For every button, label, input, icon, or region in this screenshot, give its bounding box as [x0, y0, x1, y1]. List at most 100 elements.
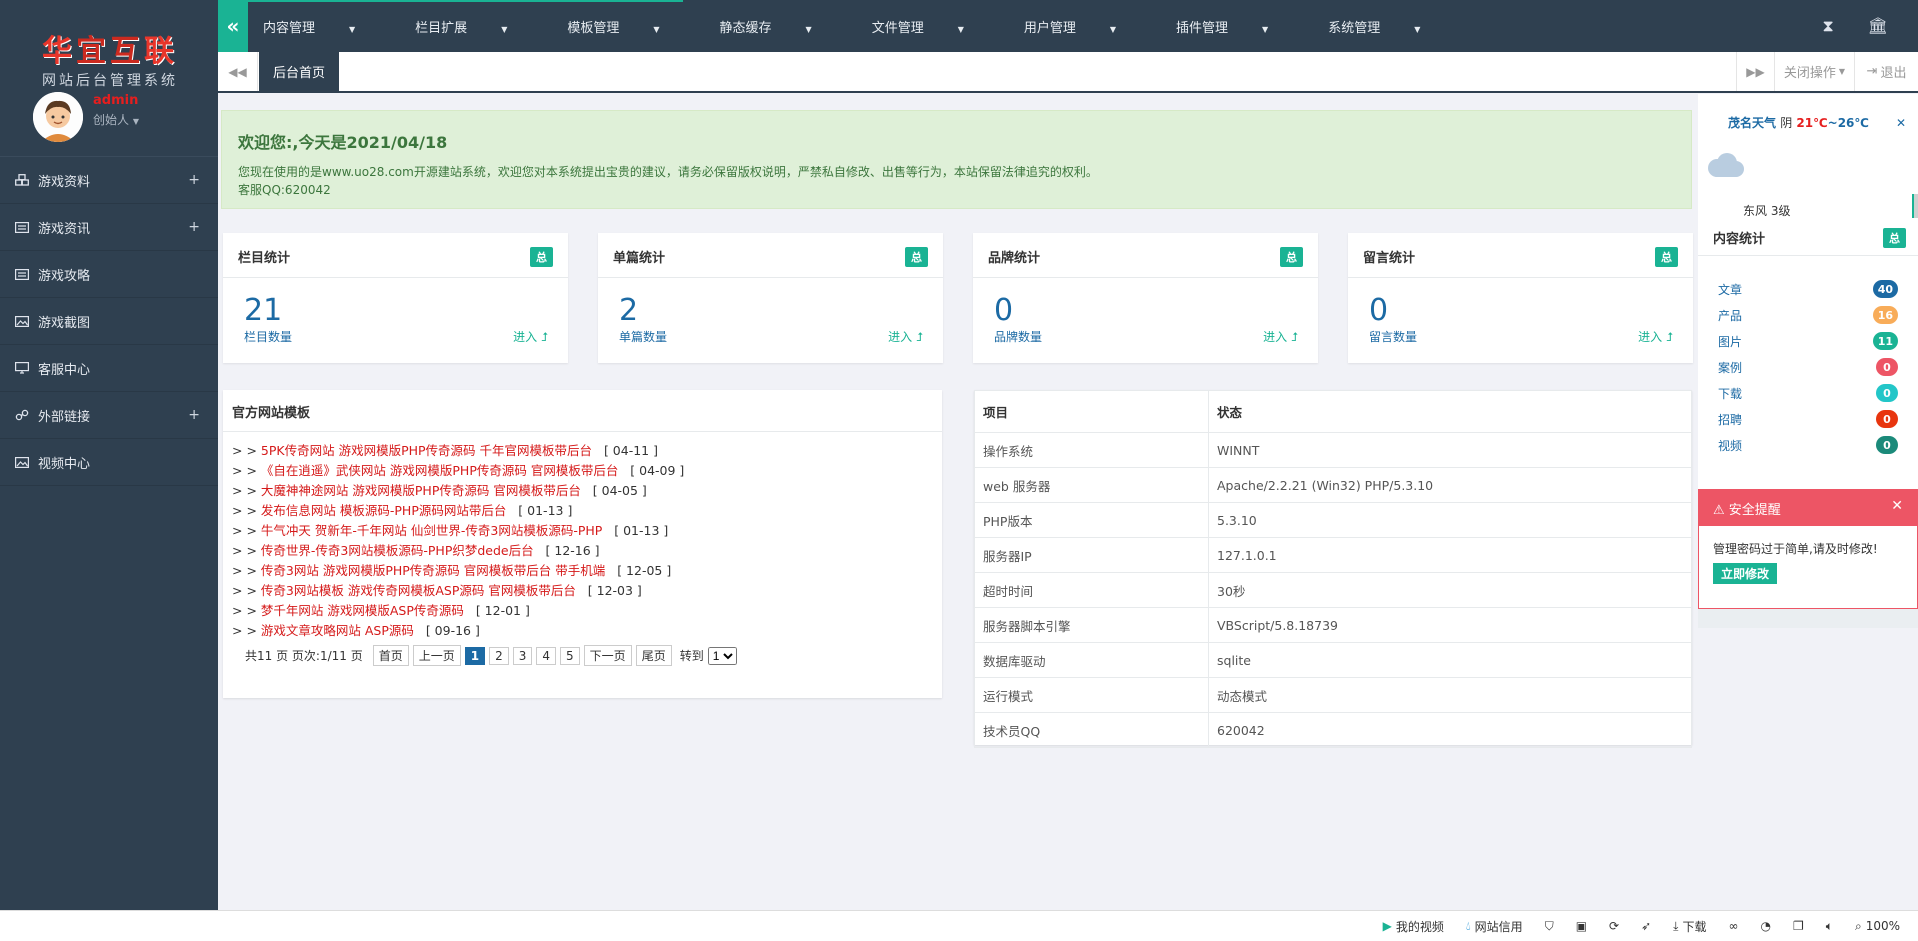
total-badge: 总 — [905, 247, 928, 267]
window-icon[interactable]: ❐ — [1793, 919, 1804, 933]
tabs-bar: ◀◀ 后台首页 ▶▶ 关闭操作 ▼ ⇥ 退出 — [218, 52, 1918, 93]
bank-icon[interactable]: 🏛︎ — [1868, 16, 1888, 36]
hourglass-icon[interactable]: ⧗ — [1822, 16, 1833, 36]
list-item[interactable]: 文章 40 — [1718, 276, 1898, 302]
zoom-control[interactable]: ⌕ 100% — [1855, 919, 1900, 934]
pager-page-4[interactable]: 4 — [536, 646, 557, 665]
row-key: web 服务器 — [974, 467, 1209, 503]
topnav-item-static-cache[interactable]: 静态缓存 ▼ — [720, 17, 842, 36]
top-right-tools: ⧗ 🏛︎ — [1822, 16, 1888, 36]
template-link[interactable]: 传奇3网站 游戏网模版PHP传奇源码 官网模板带后台 带手机端 — [261, 563, 605, 578]
stat-label: 单篇数量 — [619, 330, 668, 344]
user-role-label: 创始人 — [93, 113, 130, 127]
template-link[interactable]: 《自在逍遥》武侠网站 游戏网模版PHP传奇源码 官网模板带后台 — [261, 463, 618, 478]
template-link[interactable]: 游戏文章攻略网站 ASP源码 — [261, 623, 414, 638]
sidebar-toggle-button[interactable]: « — [218, 0, 248, 52]
template-link[interactable]: 梦千年网站 游戏网模版ASP传奇源码 — [261, 603, 464, 618]
stat-enter-link[interactable]: 进入 ⮥ — [888, 328, 923, 345]
user-role-dropdown[interactable]: 创始人 ▼ — [93, 111, 139, 128]
sidebar-item-game-news[interactable]: 游戏资讯 + — [0, 204, 218, 251]
tab-home[interactable]: 后台首页 — [259, 52, 340, 91]
pager-last-button[interactable]: 尾页 — [635, 645, 672, 666]
item-date: [ 01-13 ] — [614, 523, 669, 538]
expand-icon: + — [188, 219, 200, 235]
enter-label: 进入 — [513, 330, 538, 344]
stat-card-columns: 栏目统计 总 21 栏目数量 进入 ⮥ — [223, 233, 568, 363]
tab-scroll-right-button[interactable]: ▶▶ — [1736, 52, 1774, 91]
pager-prev-button[interactable]: 上一页 — [412, 645, 461, 666]
topnav-item-column-ext[interactable]: 栏目扩展 ▼ — [415, 17, 537, 36]
row-key: 服务器IP — [974, 537, 1209, 573]
download-icon: ⤓ — [1673, 918, 1679, 933]
pager-page-5[interactable]: 5 — [560, 646, 580, 665]
close-operations-label: 关闭操作 — [1783, 66, 1836, 81]
list-item[interactable]: 下载 0 — [1718, 380, 1898, 406]
template-link[interactable]: 发布信息网站 模板源码-PHP源码网站带后台 — [261, 503, 506, 518]
list-item[interactable]: 图片 11 — [1718, 328, 1898, 354]
caret-down-icon: ▼ — [132, 117, 139, 126]
welcome-contact: 客服QQ:620042 — [238, 183, 331, 197]
download-button[interactable]: ⤓ 下载 — [1673, 918, 1706, 935]
pager-first-button[interactable]: 首页 — [372, 645, 409, 666]
pager-next-button[interactable]: 下一页 — [583, 645, 632, 666]
pager-page-3[interactable]: 3 — [512, 646, 533, 665]
column-header: 状态 — [1208, 390, 1692, 433]
list-item[interactable]: 案例 0 — [1718, 354, 1898, 380]
list-item: > > 游戏文章攻略网站 ASP源码 [ 09-16 ] — [232, 623, 480, 638]
pager-page-2[interactable]: 2 — [489, 646, 509, 665]
close-icon[interactable]: ✕ — [1896, 116, 1906, 130]
row-key: 服务器脚本引擎 — [974, 607, 1209, 643]
sidebar-item-game-screenshots[interactable]: 游戏截图 — [0, 298, 218, 345]
rocket-icon[interactable]: ➶ — [1641, 919, 1651, 933]
stat-enter-link[interactable]: 进入 ⮥ — [1263, 328, 1298, 345]
count-badge: 16 — [1872, 306, 1898, 324]
panel-title: 官方网站模板 — [223, 390, 942, 432]
caret-down-icon: ▼ — [805, 24, 812, 34]
tab-scroll-left-button[interactable]: ◀◀ — [218, 52, 258, 91]
sidebar-item-game-guides[interactable]: 游戏攻略 — [0, 251, 218, 298]
template-link[interactable]: 大魔神神途网站 游戏网模版PHP传奇源码 官网模板带后台 — [261, 483, 581, 498]
template-link[interactable]: 传奇3网站模板 游戏传奇网模板ASP源码 官网模板带后台 — [261, 583, 576, 598]
template-link[interactable]: 传奇世界-传奇3网站模板源码-PHP织梦dede后台 — [261, 543, 534, 558]
avatar[interactable] — [33, 92, 83, 142]
close-icon[interactable]: ✕ — [1891, 498, 1903, 514]
shield-icon[interactable]: ⛉ — [1545, 919, 1554, 934]
stat-enter-link[interactable]: 进入 ⮥ — [513, 328, 548, 345]
refresh-icon[interactable]: ⟳ — [1609, 919, 1619, 933]
glasses-icon[interactable]: ∞ — [1729, 919, 1739, 933]
my-video-button[interactable]: ▶ 我的视频 — [1383, 918, 1444, 935]
change-password-button[interactable]: 立即修改 — [1713, 563, 1778, 584]
sidebar-item-external-links[interactable]: 外部链接 + — [0, 392, 218, 439]
speaker-icon[interactable]: 🔈︎ — [1826, 919, 1833, 934]
cloud-icon — [1703, 152, 1747, 184]
sidebar-item-game-info[interactable]: 游戏资料 + — [0, 157, 218, 204]
sidebar-item-video-center[interactable]: 视频中心 — [0, 439, 218, 486]
list-item[interactable]: 招聘 0 — [1718, 406, 1898, 432]
site-credit-button[interactable]: 💧︎ 网站信用 — [1466, 918, 1523, 935]
stat-enter-link[interactable]: 进入 ⮥ — [1638, 328, 1673, 345]
table-row: 服务器脚本引擎 VBScript/5.8.18739 — [974, 607, 1692, 643]
sidebar-nav: 游戏资料 + 游戏资讯 + 游戏攻略 游戏截图 客服中心 外部链接 + 视频中心 — [0, 157, 218, 486]
image-icon[interactable]: ▣ — [1576, 919, 1587, 933]
topnav-item-plugins[interactable]: 插件管理 ▼ — [1176, 17, 1298, 36]
template-link[interactable]: 牛气冲天 贺新年-千年网站 仙剑世界-传奇3网站模板源码-PHP — [261, 523, 602, 538]
pager-page-1[interactable]: 1 — [464, 646, 486, 665]
list-item[interactable]: 视频 0 — [1718, 432, 1898, 458]
weather-city: 茂名天气 — [1728, 116, 1777, 130]
topnav-item-templates[interactable]: 模板管理 ▼ — [567, 17, 689, 36]
stat-label: 下载 — [1718, 386, 1743, 401]
weather-wind: 东风 3级 — [1743, 204, 1791, 218]
pager-goto-select[interactable]: 1 — [707, 646, 737, 665]
topnav-item-content[interactable]: 内容管理 ▼ — [263, 17, 385, 36]
sidebar-item-service-center[interactable]: 客服中心 — [0, 345, 218, 392]
topnav-item-users[interactable]: 用户管理 ▼ — [1024, 17, 1146, 36]
list-item[interactable]: 产品 16 — [1718, 302, 1898, 328]
close-operations-dropdown[interactable]: 关闭操作 ▼ — [1774, 52, 1854, 91]
topnav-item-system[interactable]: 系统管理 ▼ — [1328, 17, 1450, 36]
topnav-item-files[interactable]: 文件管理 ▼ — [872, 17, 994, 36]
weather-summary: 茂名天气 阴 21℃~26℃ — [1728, 114, 1869, 131]
stat-value: 0 — [994, 293, 1014, 328]
history-icon[interactable]: ◔ — [1761, 919, 1771, 933]
logout-button[interactable]: ⇥ 退出 — [1854, 52, 1918, 91]
template-link[interactable]: 5PK传奇网站 游戏网模版PHP传奇源码 千年官网模板带后台 — [261, 443, 592, 458]
